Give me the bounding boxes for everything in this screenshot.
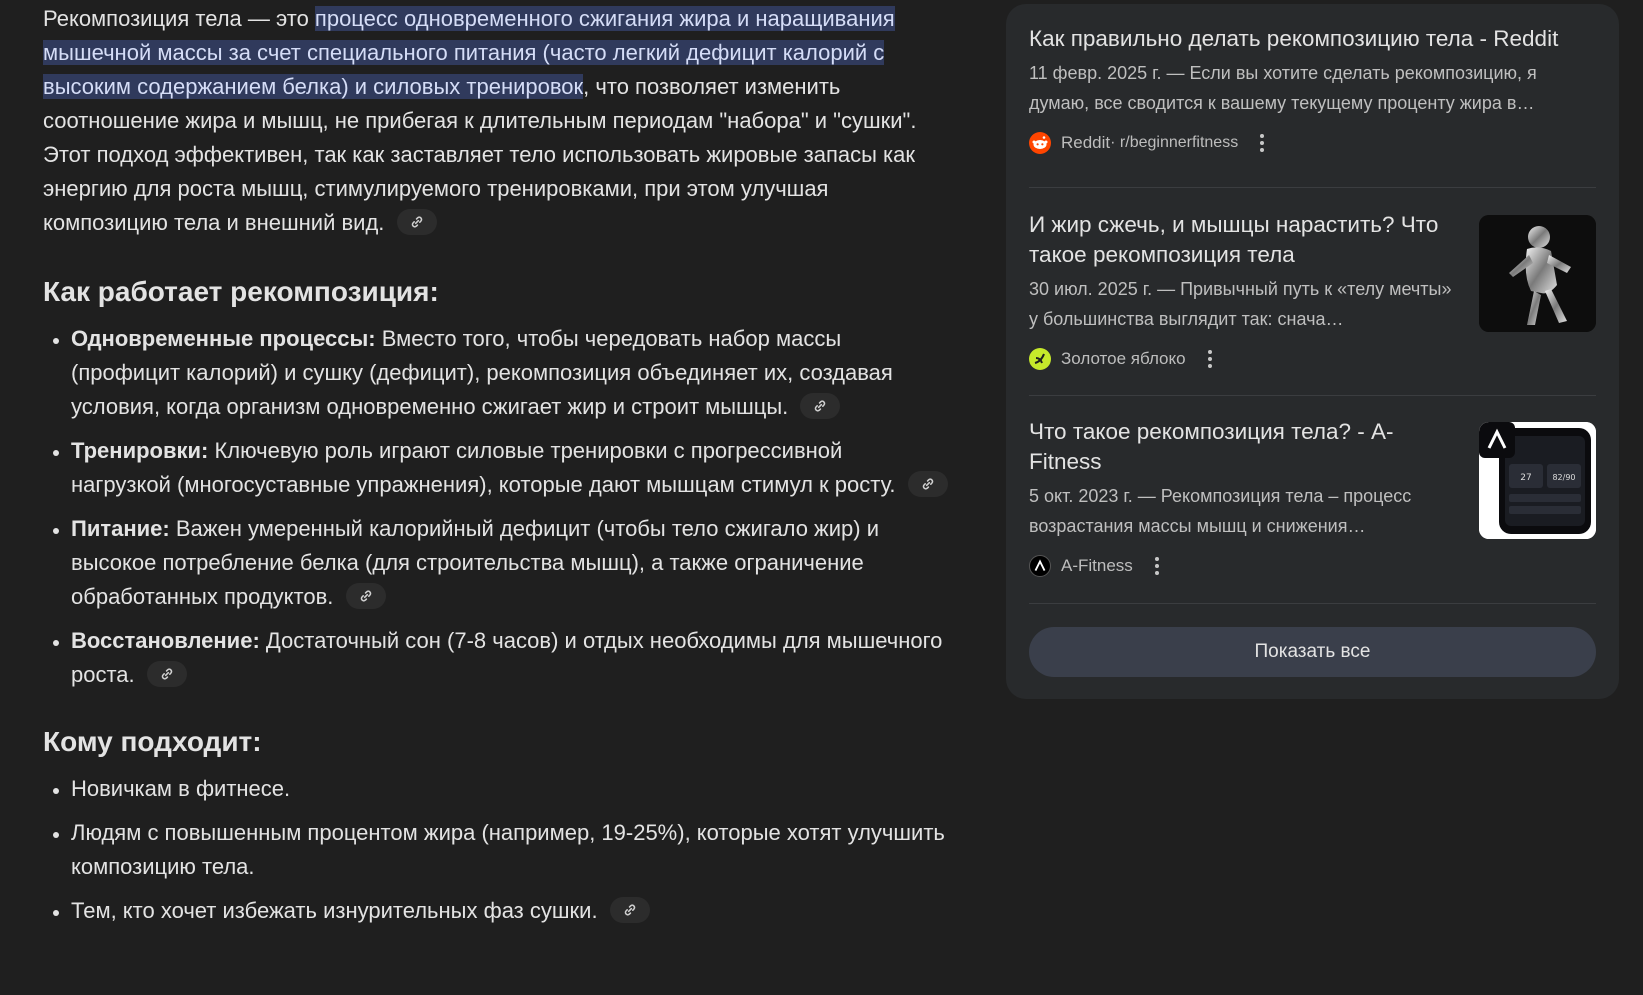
divider xyxy=(1029,395,1596,396)
source-meta: A-Fitness xyxy=(1029,553,1596,579)
more-options-icon[interactable] xyxy=(1252,130,1272,156)
svg-text:82/90: 82/90 xyxy=(1552,473,1575,482)
source-snippet: 30 июл. 2025 г. — Привычный путь к «телу… xyxy=(1029,279,1452,329)
source-card[interactable]: И жир сжечь, и мышцы нарастить? Что тако… xyxy=(1029,210,1596,372)
athlete-image-icon xyxy=(1479,215,1596,332)
svg-text:27: 27 xyxy=(1520,473,1531,483)
source-snippet: 11 февр. 2025 г. — Если вы хотите сделат… xyxy=(1029,63,1537,113)
link-icon xyxy=(624,904,635,916)
list-item: Людям с повышенным процентом жира (напри… xyxy=(71,816,948,884)
intro-prefix: Рекомпозиция тела — это xyxy=(43,6,315,31)
link-icon xyxy=(411,216,422,228)
list-item: Тренировки: Ключевую роль играют силовые… xyxy=(71,434,948,502)
list-item: Питание: Важен умеренный калорийный дефи… xyxy=(71,512,948,614)
list-item: Новичкам в фитнесе. xyxy=(71,772,948,806)
more-options-icon[interactable] xyxy=(1200,346,1220,372)
item-term: Восстановление: xyxy=(71,628,260,653)
how-heading: Как работает рекомпозиция: xyxy=(43,276,439,307)
who-heading: Кому подходит: xyxy=(43,726,262,757)
link-icon xyxy=(161,668,173,680)
app-screenshot-icon: 27 82/90 xyxy=(1479,422,1596,539)
item-term: Одновременные процессы: xyxy=(71,326,376,351)
source-thumbnail[interactable]: 27 82/90 xyxy=(1479,422,1596,539)
source-card[interactable]: Как правильно делать рекомпозицию тела -… xyxy=(1029,24,1596,156)
source-title[interactable]: И жир сжечь, и мышцы нарастить? Что тако… xyxy=(1029,210,1454,270)
item-text: Тем, кто хочет избежать изнурительных фа… xyxy=(71,898,598,923)
source-snippet: 5 окт. 2023 г. — Рекомпозиция тела – про… xyxy=(1029,486,1412,536)
item-term: Тренировки: xyxy=(71,438,209,463)
list-item: Одновременные процессы: Вместо того, что… xyxy=(71,322,948,424)
goldapple-icon xyxy=(1029,348,1051,370)
divider xyxy=(1029,603,1596,604)
show-all-button[interactable]: Показать все xyxy=(1029,627,1596,677)
how-list: Одновременные процессы: Вместо того, что… xyxy=(43,322,948,692)
source-link-button[interactable] xyxy=(396,209,437,236)
source-link-button[interactable] xyxy=(800,393,841,420)
source-meta: Reddit · r/beginnerfitness xyxy=(1029,130,1596,156)
sources-panel: Как правильно делать рекомпозицию тела -… xyxy=(1006,4,1619,699)
source-link-button[interactable] xyxy=(146,661,187,688)
link-icon xyxy=(360,590,371,602)
source-title[interactable]: Что такое рекомпозиция тела? - A-Fitness xyxy=(1029,417,1454,477)
list-item: Тем, кто хочет избежать изнурительных фа… xyxy=(71,894,948,928)
source-path: · r/beginnerfitness xyxy=(1110,134,1239,151)
intro-paragraph: Рекомпозиция тела — это процесс одноврем… xyxy=(43,2,948,240)
item-text: Важен умеренный калорийный дефицит (чтоб… xyxy=(71,516,880,609)
source-title[interactable]: Как правильно делать рекомпозицию тела -… xyxy=(1029,24,1596,54)
source-meta: Золотое яблоко xyxy=(1029,346,1596,372)
link-icon xyxy=(815,400,826,412)
more-options-icon[interactable] xyxy=(1147,553,1167,579)
reddit-icon xyxy=(1029,132,1051,154)
who-list: Новичкам в фитнесе. Людям с повышенным п… xyxy=(43,772,948,928)
source-site: A-Fitness xyxy=(1061,556,1133,575)
item-term: Питание: xyxy=(71,516,170,541)
source-link-button[interactable] xyxy=(907,471,948,498)
source-thumbnail[interactable] xyxy=(1479,215,1596,332)
afitness-icon xyxy=(1029,555,1051,577)
source-site: Reddit xyxy=(1061,133,1111,152)
source-link-button[interactable] xyxy=(609,897,650,924)
source-card[interactable]: Что такое рекомпозиция тела? - A-Fitness… xyxy=(1029,417,1596,579)
source-site: Золотое яблоко xyxy=(1061,349,1186,368)
link-icon xyxy=(922,478,933,490)
divider xyxy=(1029,187,1596,188)
list-item: Восстановление: Достаточный сон (7-8 час… xyxy=(71,624,948,692)
source-link-button[interactable] xyxy=(345,583,386,610)
ai-answer: Рекомпозиция тела — это процесс одноврем… xyxy=(43,0,948,938)
